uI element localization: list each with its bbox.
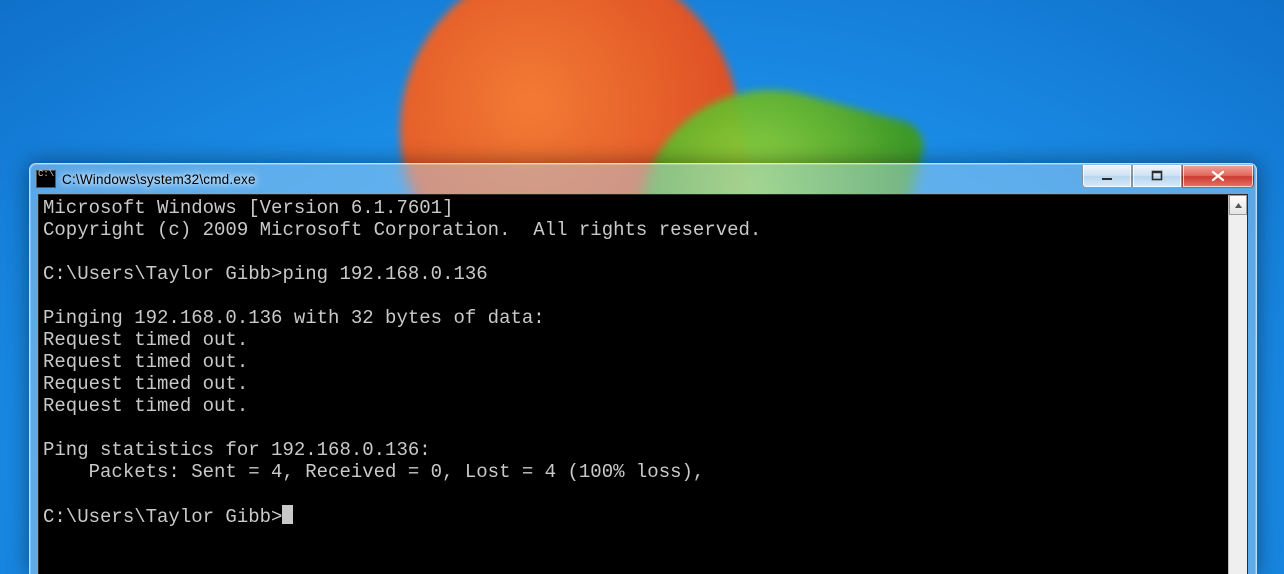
console-line: Request timed out. xyxy=(43,329,248,351)
console-output[interactable]: Microsoft Windows [Version 6.1.7601] Cop… xyxy=(39,195,1228,574)
console-line: Microsoft Windows [Version 6.1.7601] xyxy=(43,197,453,219)
scroll-track[interactable] xyxy=(1229,215,1247,574)
maximize-button[interactable] xyxy=(1132,165,1182,188)
console-line: Ping statistics for 192.168.0.136: xyxy=(43,439,431,461)
scroll-up-button[interactable] xyxy=(1229,195,1247,215)
minimize-icon xyxy=(1101,170,1113,182)
cmd-icon xyxy=(36,170,56,188)
window-title: C:\Windows\system32\cmd.exe xyxy=(62,172,256,187)
titlebar[interactable]: C:\Windows\system32\cmd.exe xyxy=(30,164,1256,194)
console-line: Request timed out. xyxy=(43,395,248,417)
console-line: Request timed out. xyxy=(43,351,248,373)
console-line: C:\Users\Taylor Gibb>ping 192.168.0.136 xyxy=(43,263,488,285)
cmd-window[interactable]: C:\Windows\system32\cmd.exe Microsoft Wi… xyxy=(29,163,1257,574)
close-icon xyxy=(1211,170,1225,182)
console-line: Pinging 192.168.0.136 with 32 bytes of d… xyxy=(43,307,545,329)
desktop-background: C:\Windows\system32\cmd.exe Microsoft Wi… xyxy=(0,0,1284,574)
close-button[interactable] xyxy=(1182,165,1254,188)
console-client-area: Microsoft Windows [Version 6.1.7601] Cop… xyxy=(38,194,1248,574)
console-prompt: C:\Users\Taylor Gibb> xyxy=(43,506,282,528)
minimize-button[interactable] xyxy=(1082,165,1132,188)
console-line: Request timed out. xyxy=(43,373,248,395)
window-controls xyxy=(1082,165,1254,188)
maximize-icon xyxy=(1151,170,1163,182)
chevron-up-icon xyxy=(1234,201,1243,210)
console-line: Copyright (c) 2009 Microsoft Corporation… xyxy=(43,219,761,241)
vertical-scrollbar[interactable] xyxy=(1228,195,1247,574)
console-line: Packets: Sent = 4, Received = 0, Lost = … xyxy=(43,461,704,483)
text-cursor xyxy=(282,505,293,524)
